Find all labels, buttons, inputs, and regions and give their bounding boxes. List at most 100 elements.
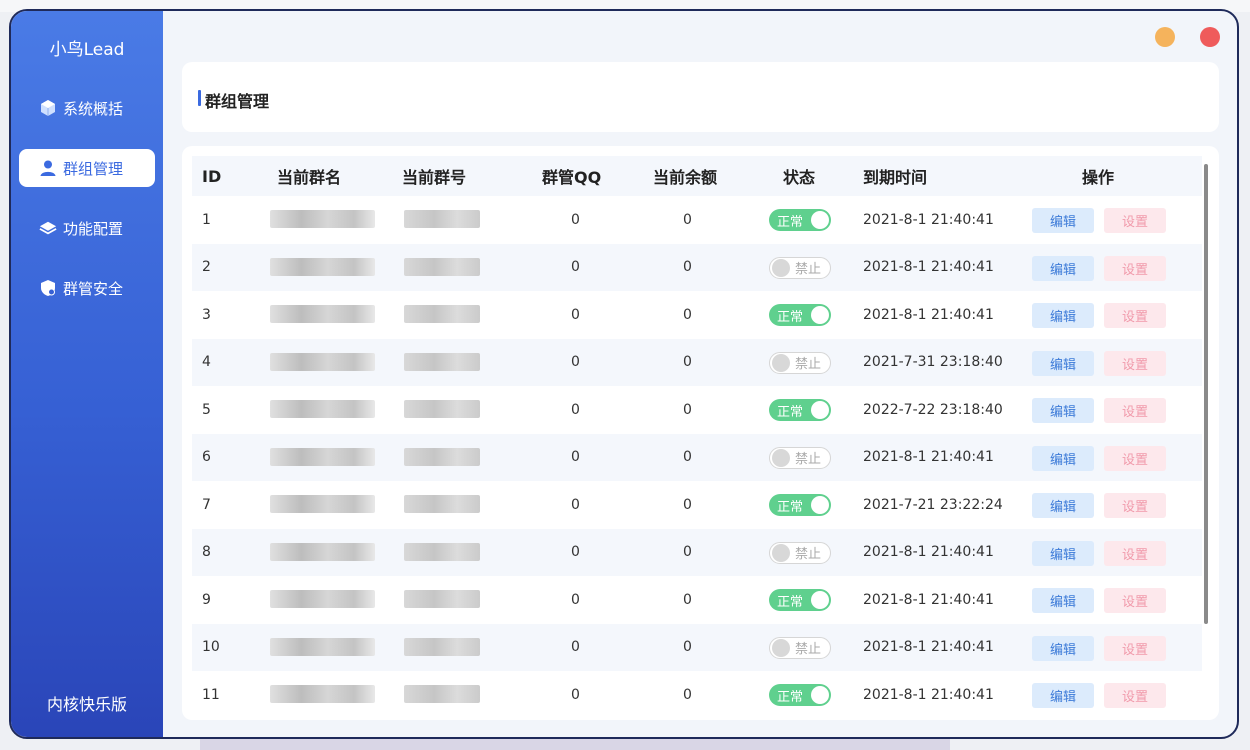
cell-balance: 0 xyxy=(683,354,692,371)
status-toggle-label: 正常 xyxy=(777,309,804,325)
edit-button[interactable]: 编辑 xyxy=(1032,255,1094,281)
toggle-knob xyxy=(772,638,790,657)
status-toggle[interactable]: 正常 xyxy=(769,399,831,421)
status-toggle[interactable]: 正常 xyxy=(769,589,831,611)
brand-title: 小鸟Lead xyxy=(49,40,125,60)
table-row: 9 0 0 正常 2021-8-1 21:40:41 编辑 设置 xyxy=(192,576,1202,624)
column-header-id: ID xyxy=(202,166,222,186)
sidebar-item-security[interactable]: 群管安全 xyxy=(19,269,155,307)
table-row: 6 0 0 禁止 2021-8-1 21:40:41 编辑 设置 xyxy=(192,433,1202,481)
sidebar-item-overview[interactable]: 系统概括 xyxy=(19,89,155,127)
vertical-scrollbar[interactable] xyxy=(1204,164,1208,624)
cell-expire-time: 2021-7-21 23:22:24 xyxy=(863,496,1003,513)
minimize-button[interactable] xyxy=(1155,27,1175,47)
cell-admin-qq: 0 xyxy=(571,686,580,703)
cell-expire-time: 2021-7-31 23:18:40 xyxy=(863,354,1003,371)
toggle-knob xyxy=(811,686,829,704)
toggle-knob xyxy=(772,353,790,372)
table-row: 10 0 0 禁止 2021-8-1 21:40:41 编辑 设置 xyxy=(192,623,1202,671)
cell-expire-time: 2021-8-1 21:40:41 xyxy=(863,686,994,703)
cell-admin-qq: 0 xyxy=(571,639,580,656)
toggle-knob xyxy=(811,591,829,609)
column-header-group-name: 当前群名 xyxy=(277,168,342,187)
edit-button[interactable]: 编辑 xyxy=(1032,350,1094,376)
blurred-group-name xyxy=(270,447,375,466)
table-row: 7 0 0 正常 2021-7-21 23:22:24 编辑 设置 xyxy=(192,481,1202,529)
settings-button[interactable]: 设置 xyxy=(1104,635,1166,661)
edit-button[interactable]: 编辑 xyxy=(1032,635,1094,661)
group-table: ID 当前群名 当前群号 群管QQ 当前余额 状态 到期时间 操作 1 0 0 … xyxy=(182,146,1219,720)
edit-button[interactable]: 编辑 xyxy=(1032,540,1094,566)
cell-expire-time: 2022-7-22 23:18:40 xyxy=(863,401,1003,418)
sidebar-item-group-management[interactable]: 群组管理 xyxy=(19,149,155,187)
settings-button[interactable]: 设置 xyxy=(1104,208,1166,233)
status-toggle[interactable]: 禁止 xyxy=(769,541,831,564)
blurred-group-name xyxy=(270,352,375,371)
edit-button[interactable]: 编辑 xyxy=(1032,588,1094,613)
cell-id: 4 xyxy=(202,354,211,371)
status-toggle-label: 正常 xyxy=(777,594,804,610)
blurred-group-number xyxy=(404,257,480,276)
cell-balance: 0 xyxy=(683,686,692,703)
status-toggle[interactable]: 禁止 xyxy=(769,256,831,279)
blurred-group-name xyxy=(270,210,375,228)
toggle-knob xyxy=(811,306,829,324)
cell-admin-qq: 0 xyxy=(571,211,580,228)
settings-button[interactable]: 设置 xyxy=(1104,493,1166,518)
status-toggle[interactable]: 禁止 xyxy=(769,446,831,469)
status-toggle[interactable]: 正常 xyxy=(769,494,831,516)
status-toggle-label: 正常 xyxy=(777,214,804,230)
blurred-group-name xyxy=(270,257,375,276)
blurred-group-number xyxy=(404,685,480,703)
cell-id: 7 xyxy=(202,496,211,513)
status-toggle[interactable]: 正常 xyxy=(769,304,831,326)
cell-balance: 0 xyxy=(683,639,692,656)
cell-admin-qq: 0 xyxy=(571,259,580,276)
settings-button[interactable]: 设置 xyxy=(1104,350,1166,376)
status-toggle[interactable]: 禁止 xyxy=(769,636,831,659)
layers-icon xyxy=(39,219,57,237)
table-row: 1 0 0 正常 2021-8-1 21:40:41 编辑 设置 xyxy=(192,196,1202,244)
settings-button[interactable]: 设置 xyxy=(1104,588,1166,613)
sidebar-item-feature-config[interactable]: 功能配置 xyxy=(19,209,155,247)
blurred-group-name xyxy=(270,685,375,703)
blurred-group-number xyxy=(404,495,480,513)
settings-button[interactable]: 设置 xyxy=(1104,255,1166,281)
table-body: 1 0 0 正常 2021-8-1 21:40:41 编辑 设置 2 0 0 禁… xyxy=(192,196,1202,719)
cell-id: 11 xyxy=(202,686,220,703)
settings-button[interactable]: 设置 xyxy=(1104,445,1166,471)
edit-button[interactable]: 编辑 xyxy=(1032,445,1094,471)
user-icon xyxy=(39,159,57,177)
cell-balance: 0 xyxy=(683,401,692,418)
edit-button[interactable]: 编辑 xyxy=(1032,398,1094,423)
cell-balance: 0 xyxy=(683,306,692,323)
settings-button[interactable]: 设置 xyxy=(1104,540,1166,566)
cell-expire-time: 2021-8-1 21:40:41 xyxy=(863,639,994,656)
settings-button[interactable]: 设置 xyxy=(1104,398,1166,423)
blurred-group-name xyxy=(270,305,375,323)
edit-button[interactable]: 编辑 xyxy=(1032,208,1094,233)
status-toggle[interactable]: 正常 xyxy=(769,684,831,706)
column-header-actions: 操作 xyxy=(1082,168,1115,187)
cell-admin-qq: 0 xyxy=(571,306,580,323)
blurred-group-number xyxy=(404,352,480,371)
blurred-group-number xyxy=(404,637,480,656)
settings-button[interactable]: 设置 xyxy=(1104,303,1166,328)
cell-id: 5 xyxy=(202,401,211,418)
toggle-knob xyxy=(772,448,790,467)
cell-expire-time: 2021-8-1 21:40:41 xyxy=(863,449,994,466)
page-title: 群组管理 xyxy=(205,92,270,111)
edit-button[interactable]: 编辑 xyxy=(1032,303,1094,328)
cell-balance: 0 xyxy=(683,211,692,228)
toggle-knob xyxy=(811,401,829,419)
sidebar-item-label: 系统概括 xyxy=(63,99,124,118)
edit-button[interactable]: 编辑 xyxy=(1032,493,1094,518)
column-header-admin-qq: 群管QQ xyxy=(542,168,602,187)
status-toggle-label: 禁止 xyxy=(795,547,822,562)
sidebar-item-label: 功能配置 xyxy=(63,219,124,238)
status-toggle[interactable]: 正常 xyxy=(769,209,831,231)
edit-button[interactable]: 编辑 xyxy=(1032,683,1094,708)
settings-button[interactable]: 设置 xyxy=(1104,683,1166,708)
status-toggle[interactable]: 禁止 xyxy=(769,351,831,374)
close-button[interactable] xyxy=(1200,27,1220,47)
